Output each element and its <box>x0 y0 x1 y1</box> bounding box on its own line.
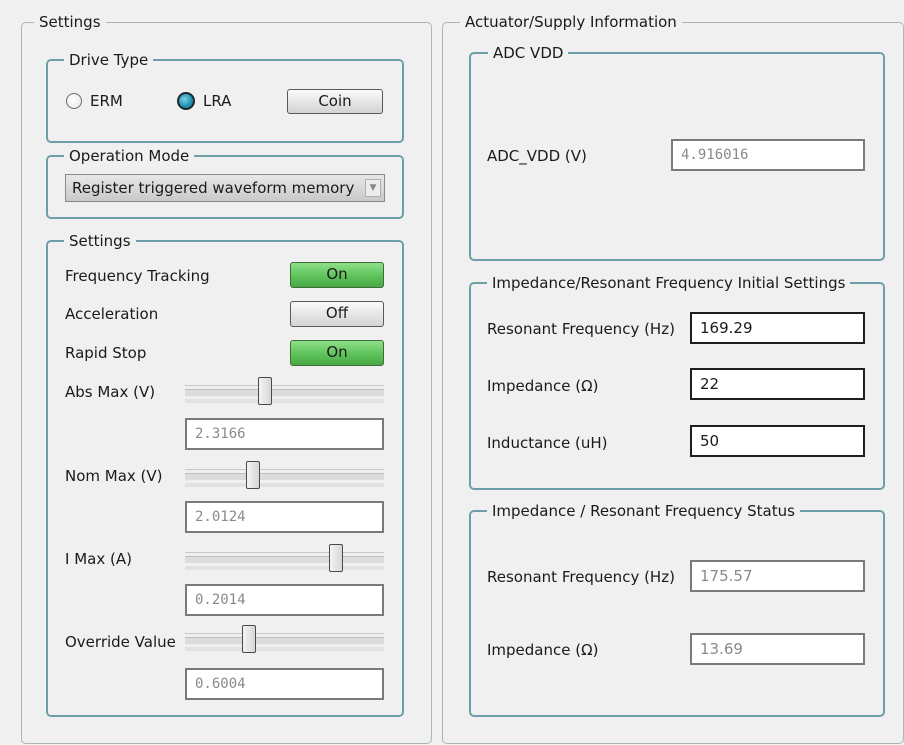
acceleration-toggle[interactable]: Off <box>290 301 384 327</box>
nom-max-label: Nom Max (V) <box>65 467 163 485</box>
acceleration-label: Acceleration <box>65 305 159 323</box>
coin-button[interactable]: Coin <box>287 89 383 114</box>
initial-impedance-label: Impedance (Ω) <box>487 377 599 395</box>
frequency-tracking-toggle[interactable]: On <box>290 262 384 288</box>
i-max-label: I Max (A) <box>65 550 132 568</box>
chevron-down-icon[interactable]: ▼ <box>365 179 381 197</box>
abs-max-slider[interactable] <box>185 377 384 405</box>
adc-vdd-label: ADC_VDD (V) <box>487 147 587 165</box>
adc-vdd-title: ADC VDD <box>488 43 569 63</box>
inductance-label: Inductance (uH) <box>487 434 608 452</box>
initial-settings-title: Impedance/Resonant Frequency Initial Set… <box>487 273 851 293</box>
rapid-stop-label: Rapid Stop <box>65 344 147 362</box>
settings-group-title: Settings <box>34 12 106 32</box>
settings-inner-title: Settings <box>64 231 136 251</box>
status-group <box>469 510 885 717</box>
nom-max-field[interactable]: 2.0124 <box>185 501 384 533</box>
inductance-field[interactable]: 50 <box>690 425 865 457</box>
operation-mode-title: Operation Mode <box>64 146 195 166</box>
operation-mode-value: Register triggered waveform memory <box>72 179 355 197</box>
drive-type-title: Drive Type <box>64 50 154 70</box>
abs-max-field[interactable]: 2.3166 <box>185 418 384 450</box>
adc-vdd-field[interactable]: 4.916016 <box>671 139 865 171</box>
rapid-stop-toggle[interactable]: On <box>290 340 384 366</box>
nom-max-slider-thumb[interactable] <box>245 461 260 489</box>
operation-mode-select[interactable]: Register triggered waveform memory ▼ <box>65 174 385 202</box>
override-value-field[interactable]: 0.6004 <box>185 668 384 700</box>
status-resonant-label: Resonant Frequency (Hz) <box>487 568 675 586</box>
nom-max-slider[interactable] <box>185 461 384 489</box>
initial-resonant-label: Resonant Frequency (Hz) <box>487 320 675 338</box>
override-value-slider-thumb[interactable] <box>241 625 256 653</box>
i-max-slider-thumb[interactable] <box>329 544 344 572</box>
frequency-tracking-label: Frequency Tracking <box>65 267 210 285</box>
i-max-field[interactable]: 0.2014 <box>185 584 384 616</box>
status-impedance-label: Impedance (Ω) <box>487 641 599 659</box>
status-impedance-field[interactable]: 13.69 <box>690 633 865 665</box>
initial-resonant-field[interactable]: 169.29 <box>690 312 865 344</box>
override-value-slider[interactable] <box>185 625 384 653</box>
actuator-supply-title: Actuator/Supply Information <box>460 12 682 32</box>
lra-radio[interactable] <box>177 92 195 110</box>
override-value-label: Override Value <box>65 633 176 651</box>
status-title: Impedance / Resonant Frequency Status <box>487 501 800 521</box>
erm-radio[interactable] <box>66 93 82 109</box>
status-resonant-field[interactable]: 175.57 <box>690 560 865 592</box>
initial-impedance-field[interactable]: 22 <box>690 368 865 400</box>
erm-radio-label[interactable]: ERM <box>90 90 123 112</box>
abs-max-label: Abs Max (V) <box>65 383 156 401</box>
i-max-slider[interactable] <box>185 544 384 572</box>
abs-max-slider-thumb[interactable] <box>257 377 272 405</box>
lra-radio-label[interactable]: LRA <box>203 90 231 112</box>
